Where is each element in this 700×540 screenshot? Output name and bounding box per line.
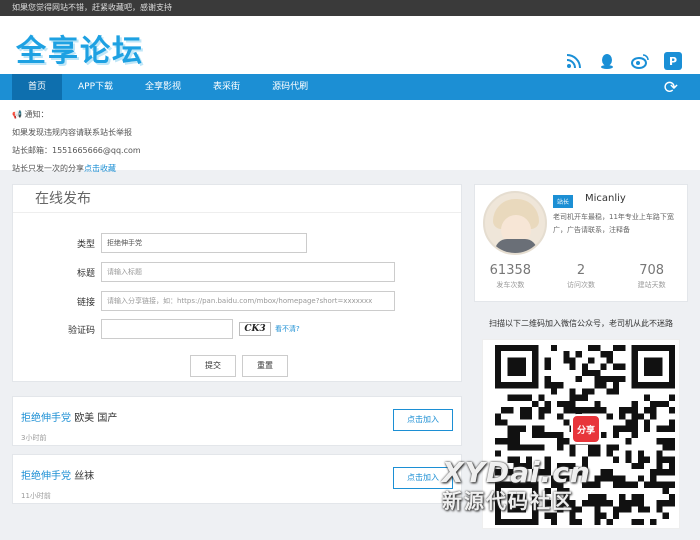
top-bar: 如果您觉得网站不错，赶紧收藏吧，感谢支持 [0, 0, 700, 16]
pinterest-icon[interactable]: P [664, 52, 682, 70]
site-logo[interactable]: 全享论坛 [16, 26, 144, 70]
user-description: 老司机开车最稳，11年专业上车路下宽广，广告请联系，注释备 [553, 213, 674, 234]
post-time: 11小时前 [21, 492, 51, 500]
stat-posts: 61358 发车次数 [489, 263, 532, 289]
refresh-icon[interactable]: ⟳ [664, 78, 678, 98]
title-label: 标题 [76, 268, 95, 279]
notice-email: 站长邮箱：1551665666@qq.com [12, 146, 141, 155]
link-input[interactable]: 请输入分享链接，如：https://pan.baidu.com/mbox/hom… [101, 291, 395, 311]
user-stats: 61358 发车次数 2 访问次数 708 建站天数 [475, 263, 687, 290]
link-label: 链接 [76, 297, 95, 308]
notice-report: 如果发现违规内容请联系站长举报 [12, 128, 132, 137]
nav-item-source-code[interactable]: 源码代刷 [256, 74, 324, 100]
bookmark-link[interactable]: 点击收藏 [84, 164, 116, 173]
username[interactable]: Micanliy [585, 193, 626, 204]
captcha-input[interactable] [101, 319, 233, 339]
form-title: 在线发布 [13, 185, 461, 213]
qr-caption: 扫描以下二维码加入微信公众号，老司机从此不迷路 [489, 319, 673, 328]
join-button[interactable]: 点击加入 [393, 409, 453, 431]
social-links: P [565, 52, 682, 70]
stat-visits: 2 访问次数 [567, 263, 595, 289]
main-column: 在线发布 类型 拒绝伸手党 标题 请输入标题 链接 请输入分享链接，如：http… [12, 184, 462, 504]
stat-days: 708 建站天数 [637, 263, 666, 289]
reset-button[interactable]: 重置 [242, 355, 288, 377]
notice-heading: 📢 通知： [12, 110, 49, 119]
site-header: 全享论坛 P [0, 16, 700, 74]
post-category-link[interactable]: 拒绝伸手党 [21, 471, 71, 482]
link-row: 链接 请输入分享链接，如：https://pan.baidu.com/mbox/… [13, 291, 395, 311]
post-category-link[interactable]: 拒绝伸手党 [21, 413, 71, 424]
type-select[interactable]: 拒绝伸手党 [101, 233, 307, 253]
notice-bookmark: 站长只发一次的分享点击收藏 [12, 164, 116, 173]
type-row: 类型 拒绝伸手党 [13, 233, 307, 253]
post-title: 拒绝伸手党 欧美 国产 [21, 413, 118, 424]
watermark-site-name: 新源代码社区 [442, 489, 574, 513]
post-item: 拒绝伸手党 丝袜 11小时前 点击加入 [12, 454, 462, 504]
notice-panel: 📢 通知： 如果发现违规内容请联系站长举报 站长邮箱：1551665666@qq… [0, 100, 700, 173]
type-label: 类型 [76, 239, 95, 250]
watermark: XYDai.cn 新源代码社区 [442, 456, 591, 514]
profile-card: 站长 Micanliy 老司机开车最稳，11年专业上车路下宽广，广告请联系，注释… [474, 184, 688, 302]
captcha-row: 验证码 CK3 看不清? [13, 319, 300, 339]
post-time: 3小时前 [21, 434, 47, 442]
topbar-text: 如果您觉得网站不错，赶紧收藏吧，感谢支持 [12, 3, 172, 12]
post-item: 拒绝伸手党 欧美 国产 3小时前 点击加入 [12, 396, 462, 446]
nav-item-app-download[interactable]: APP下载 [62, 74, 129, 100]
main-nav: 首页 APP下载 全享影视 表采街 源码代刷 ⟳ [0, 74, 700, 100]
nav-item-street[interactable]: 表采街 [197, 74, 256, 100]
publish-form: 在线发布 类型 拒绝伸手党 标题 请输入标题 链接 请输入分享链接，如：http… [12, 184, 462, 382]
captcha-label: 验证码 [67, 325, 95, 336]
avatar[interactable] [483, 191, 547, 255]
share-logo: 分享 [571, 414, 601, 444]
post-title: 拒绝伸手党 丝袜 [21, 471, 95, 482]
captcha-refresh-link[interactable]: 看不清? [275, 324, 300, 334]
title-input[interactable]: 请输入标题 [101, 262, 395, 282]
qq-icon[interactable] [598, 52, 616, 70]
captcha-image[interactable]: CK3 [239, 322, 271, 336]
nav-item-home[interactable]: 首页 [12, 74, 63, 100]
admin-badge: 站长 [553, 195, 574, 208]
rss-icon[interactable] [565, 52, 583, 70]
weibo-icon[interactable] [631, 52, 649, 70]
title-row: 标题 请输入标题 [13, 262, 395, 282]
nav-item-video[interactable]: 全享影视 [129, 74, 197, 100]
submit-button[interactable]: 提交 [190, 355, 236, 377]
